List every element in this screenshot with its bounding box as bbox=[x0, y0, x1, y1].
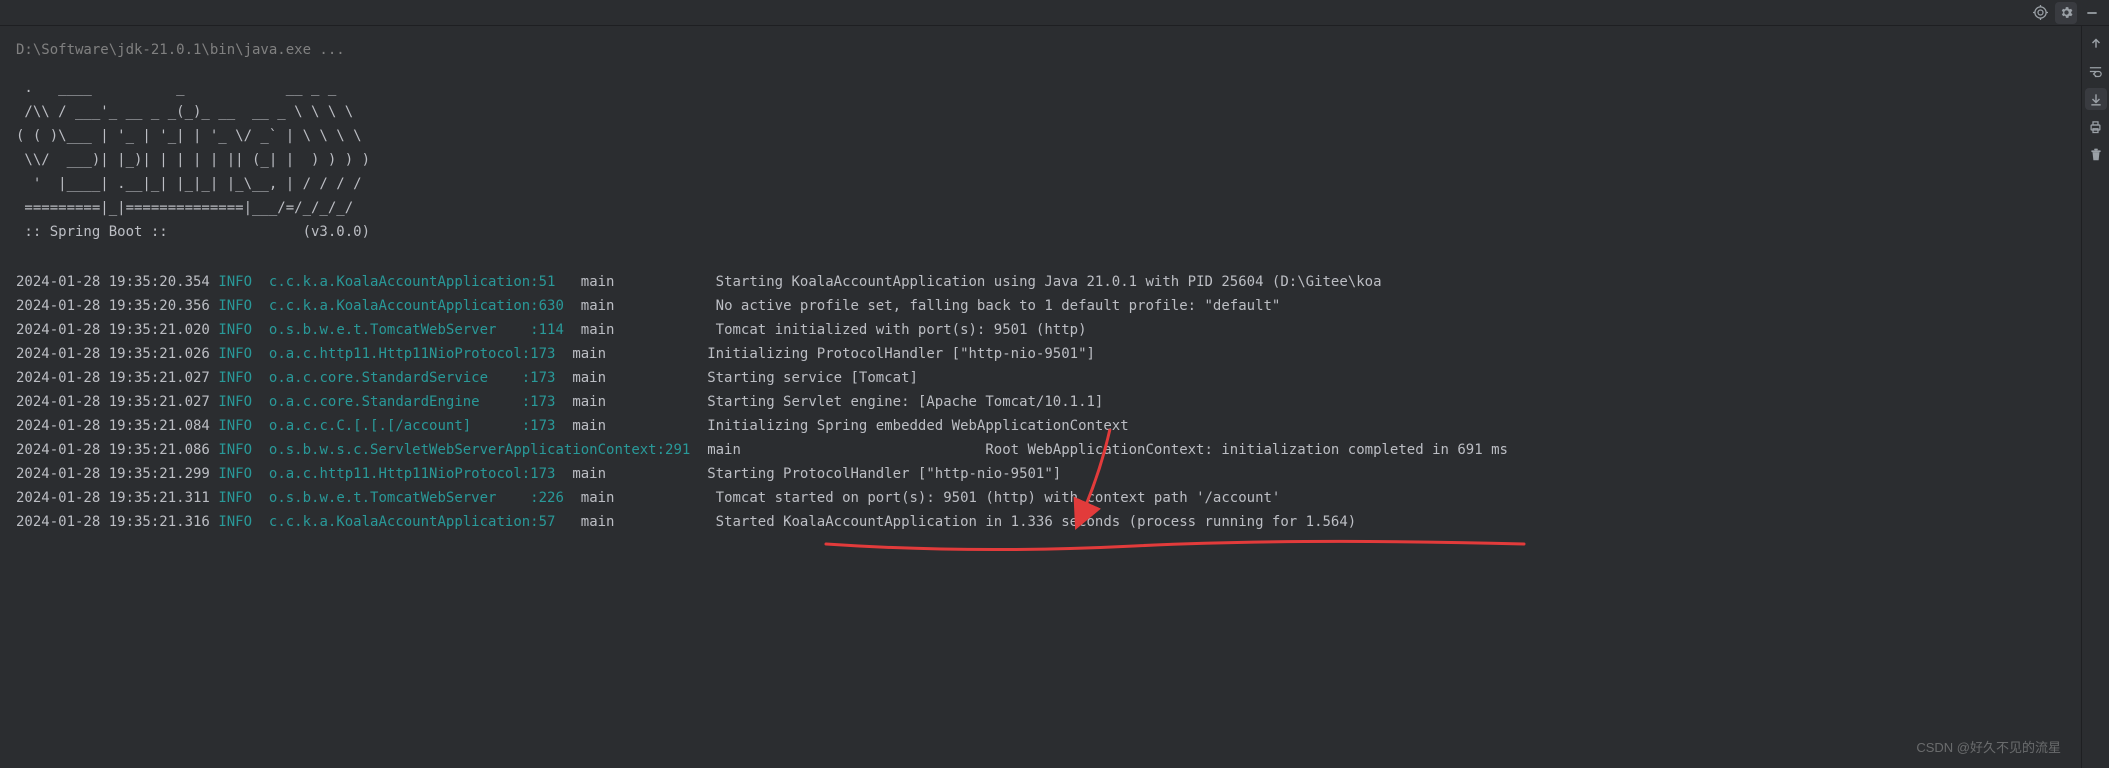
log-row: 2024-01-28 19:35:21.311 INFO o.s.b.w.e.t… bbox=[16, 486, 2081, 510]
log-source: o.a.c.core.StandardService :173 bbox=[269, 370, 556, 386]
log-message: Tomcat started on port(s): 9501 (http) w… bbox=[716, 490, 1281, 506]
log-message: Started KoalaAccountApplication in 1.336… bbox=[716, 514, 1357, 530]
log-message: No active profile set, falling back to 1… bbox=[716, 298, 1281, 314]
log-row: 2024-01-28 19:35:21.084 INFO o.a.c.c.C.[… bbox=[16, 414, 2081, 438]
log-thread: main bbox=[572, 418, 606, 434]
target-icon[interactable] bbox=[2029, 2, 2051, 24]
watermark: CSDN @好久不见的流星 bbox=[1916, 736, 2061, 760]
log-timestamp: 2024-01-28 19:35:21.084 bbox=[16, 418, 210, 434]
log-timestamp: 2024-01-28 19:35:20.356 bbox=[16, 298, 210, 314]
log-source: o.s.b.w.e.t.TomcatWebServer :226 bbox=[269, 490, 564, 506]
log-row: 2024-01-28 19:35:21.299 INFO o.a.c.http1… bbox=[16, 462, 2081, 486]
log-thread: main bbox=[572, 370, 606, 386]
log-source: o.a.c.core.StandardEngine :173 bbox=[269, 394, 556, 410]
softwrap-icon[interactable] bbox=[2085, 60, 2107, 82]
log-timestamp: 2024-01-28 19:35:21.026 bbox=[16, 346, 210, 362]
log-thread: main bbox=[581, 274, 615, 290]
log-row: 2024-01-28 19:35:21.316 INFO c.c.k.a.Koa… bbox=[16, 510, 2081, 534]
log-level: INFO bbox=[218, 322, 252, 338]
log-timestamp: 2024-01-28 19:35:21.311 bbox=[16, 490, 210, 506]
log-level: INFO bbox=[218, 274, 252, 290]
log-level: INFO bbox=[218, 370, 252, 386]
console-output[interactable]: D:\Software\jdk-21.0.1\bin\java.exe ... … bbox=[0, 26, 2081, 768]
log-source: o.a.c.http11.Http11NioProtocol:173 bbox=[269, 346, 556, 362]
log-row: 2024-01-28 19:35:21.020 INFO o.s.b.w.e.t… bbox=[16, 318, 2081, 342]
scroll-up-icon[interactable] bbox=[2085, 32, 2107, 54]
log-source: o.a.c.http11.Http11NioProtocol:173 bbox=[269, 466, 556, 482]
log-timestamp: 2024-01-28 19:35:20.354 bbox=[16, 274, 210, 290]
log-message: Initializing ProtocolHandler ["http-nio-… bbox=[707, 346, 1095, 362]
clear-icon[interactable] bbox=[2085, 144, 2107, 166]
log-level: INFO bbox=[218, 514, 252, 530]
log-row: 2024-01-28 19:35:20.356 INFO c.c.k.a.Koa… bbox=[16, 294, 2081, 318]
log-timestamp: 2024-01-28 19:35:21.299 bbox=[16, 466, 210, 482]
gear-icon[interactable] bbox=[2055, 2, 2077, 24]
log-timestamp: 2024-01-28 19:35:21.027 bbox=[16, 370, 210, 386]
scroll-to-end-icon[interactable] bbox=[2085, 88, 2107, 110]
log-source: o.s.b.w.e.t.TomcatWebServer :114 bbox=[269, 322, 564, 338]
log-message: Tomcat initialized with port(s): 9501 (h… bbox=[716, 322, 1087, 338]
console-right-toolbar bbox=[2081, 26, 2109, 768]
log-source: c.c.k.a.KoalaAccountApplication:630 bbox=[269, 298, 564, 314]
log-row: 2024-01-28 19:35:21.027 INFO o.a.c.core.… bbox=[16, 366, 2081, 390]
log-message: Starting ProtocolHandler ["http-nio-9501… bbox=[707, 466, 1061, 482]
log-thread: main bbox=[707, 442, 741, 458]
log-message: Initializing Spring embedded WebApplicat… bbox=[707, 418, 1128, 434]
log-source: c.c.k.a.KoalaAccountApplication:51 bbox=[269, 274, 556, 290]
log-row: 2024-01-28 19:35:21.086 INFO o.s.b.w.s.c… bbox=[16, 438, 2081, 462]
log-source: o.a.c.c.C.[.[.[/account] :173 bbox=[269, 418, 556, 434]
log-level: INFO bbox=[218, 346, 252, 362]
log-level: INFO bbox=[218, 490, 252, 506]
log-timestamp: 2024-01-28 19:35:21.027 bbox=[16, 394, 210, 410]
log-timestamp: 2024-01-28 19:35:21.086 bbox=[16, 442, 210, 458]
log-thread: main bbox=[581, 298, 615, 314]
log-level: INFO bbox=[218, 394, 252, 410]
log-source: c.c.k.a.KoalaAccountApplication:57 bbox=[269, 514, 556, 530]
log-message: Starting service [Tomcat] bbox=[707, 370, 918, 386]
log-row: 2024-01-28 19:35:20.354 INFO c.c.k.a.Koa… bbox=[16, 270, 2081, 294]
log-thread: main bbox=[572, 394, 606, 410]
spring-boot-banner: . ____ _ __ _ _ /\\ / ___'_ __ _ _(_)_ _… bbox=[16, 76, 2081, 244]
log-level: INFO bbox=[218, 466, 252, 482]
minimize-icon[interactable] bbox=[2081, 2, 2103, 24]
log-row: 2024-01-28 19:35:21.026 INFO o.a.c.http1… bbox=[16, 342, 2081, 366]
log-thread: main bbox=[572, 466, 606, 482]
log-message: Starting Servlet engine: [Apache Tomcat/… bbox=[707, 394, 1103, 410]
log-thread: main bbox=[581, 490, 615, 506]
log-source: o.s.b.w.s.c.ServletWebServerApplicationC… bbox=[269, 442, 690, 458]
log-timestamp: 2024-01-28 19:35:21.020 bbox=[16, 322, 210, 338]
log-level: INFO bbox=[218, 442, 252, 458]
log-level: INFO bbox=[218, 418, 252, 434]
console-top-toolbar bbox=[0, 0, 2109, 26]
log-thread: main bbox=[572, 346, 606, 362]
log-timestamp: 2024-01-28 19:35:21.316 bbox=[16, 514, 210, 530]
log-row: 2024-01-28 19:35:21.027 INFO o.a.c.core.… bbox=[16, 390, 2081, 414]
log-thread: main bbox=[581, 514, 615, 530]
log-message: Starting KoalaAccountApplication using J… bbox=[716, 274, 1382, 290]
log-message: Root WebApplicationContext: initializati… bbox=[985, 442, 1508, 458]
log-thread: main bbox=[581, 322, 615, 338]
log-level: INFO bbox=[218, 298, 252, 314]
print-icon[interactable] bbox=[2085, 116, 2107, 138]
command-line: D:\Software\jdk-21.0.1\bin\java.exe ... bbox=[16, 38, 2081, 62]
